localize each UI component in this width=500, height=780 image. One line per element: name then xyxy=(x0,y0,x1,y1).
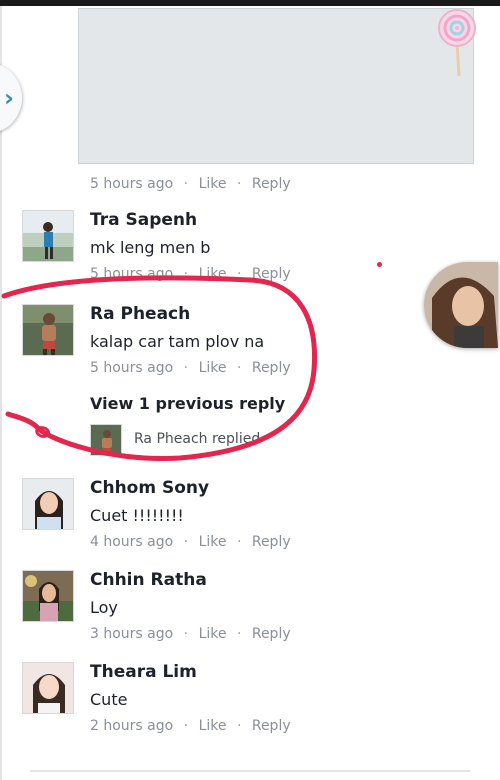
comment-meta: 2 hours ago · Like · Reply xyxy=(90,718,291,734)
comment-time: 2 hours ago xyxy=(90,718,174,734)
avatar[interactable] xyxy=(22,570,74,622)
comment-meta: 5 hours ago · Like · Reply xyxy=(90,266,291,282)
reply-link[interactable]: Reply xyxy=(252,718,291,734)
comment-author[interactable]: Chhin Ratha xyxy=(90,570,207,590)
comment-author[interactable]: Theara Lim xyxy=(90,662,197,682)
post-meta: 5 hours ago · Like · Reply xyxy=(90,176,291,192)
separator: · xyxy=(183,360,189,376)
comment-meta: 4 hours ago · Like · Reply xyxy=(90,534,291,550)
separator: · xyxy=(236,176,242,192)
separator: · xyxy=(236,718,242,734)
like-link[interactable]: Like xyxy=(199,360,227,376)
avatar[interactable] xyxy=(22,662,74,714)
post-time: 5 hours ago xyxy=(90,176,174,192)
separator: · xyxy=(183,626,189,642)
avatar[interactable] xyxy=(22,304,74,356)
comment-meta: 5 hours ago · Like · Reply xyxy=(90,360,291,376)
reply-summary-text: Ra Pheach replied xyxy=(134,431,261,447)
post-reply-link[interactable]: Reply xyxy=(252,176,291,192)
avatar[interactable] xyxy=(22,210,74,262)
comment-text: Loy xyxy=(90,598,118,617)
comment-author[interactable]: Chhom Sony xyxy=(90,478,209,498)
comment-time: 3 hours ago xyxy=(90,626,174,642)
reply-link[interactable]: Reply xyxy=(252,534,291,550)
reply-link[interactable]: Reply xyxy=(252,626,291,642)
reply-link[interactable]: Reply xyxy=(252,266,291,282)
comment-text: kalap car tam plov na xyxy=(90,332,265,351)
like-link[interactable]: Like xyxy=(199,534,227,550)
chevron-right-icon: › xyxy=(4,84,14,112)
separator: · xyxy=(236,534,242,550)
comment-text: mk leng men b xyxy=(90,238,211,257)
comment-text: Cuet !!!!!!!! xyxy=(90,506,184,525)
comment-time: 5 hours ago xyxy=(90,360,174,376)
like-link[interactable]: Like xyxy=(199,266,227,282)
comment-time: 4 hours ago xyxy=(90,534,174,550)
separator: · xyxy=(183,534,189,550)
separator: · xyxy=(183,176,189,192)
divider xyxy=(30,770,470,772)
separator: · xyxy=(183,266,189,282)
comment-meta: 3 hours ago · Like · Reply xyxy=(90,626,291,642)
comment-time: 5 hours ago xyxy=(90,266,174,282)
separator: · xyxy=(236,266,242,282)
avatar xyxy=(90,424,122,456)
lollipop-icon xyxy=(438,9,476,77)
like-link[interactable]: Like xyxy=(199,626,227,642)
annotation-dot xyxy=(377,262,382,267)
view-previous-reply-link[interactable]: View 1 previous reply xyxy=(90,394,285,413)
comment-text: Cute xyxy=(90,690,128,709)
comment-author[interactable]: Ra Pheach xyxy=(90,304,190,324)
like-link[interactable]: Like xyxy=(199,718,227,734)
post-image[interactable] xyxy=(78,8,474,164)
separator: · xyxy=(183,718,189,734)
post-like-link[interactable]: Like xyxy=(199,176,227,192)
avatar[interactable] xyxy=(22,478,74,530)
separator: · xyxy=(236,360,242,376)
comment-author[interactable]: Tra Sapenh xyxy=(90,210,197,230)
reply-link[interactable]: Reply xyxy=(252,360,291,376)
separator: · xyxy=(236,626,242,642)
